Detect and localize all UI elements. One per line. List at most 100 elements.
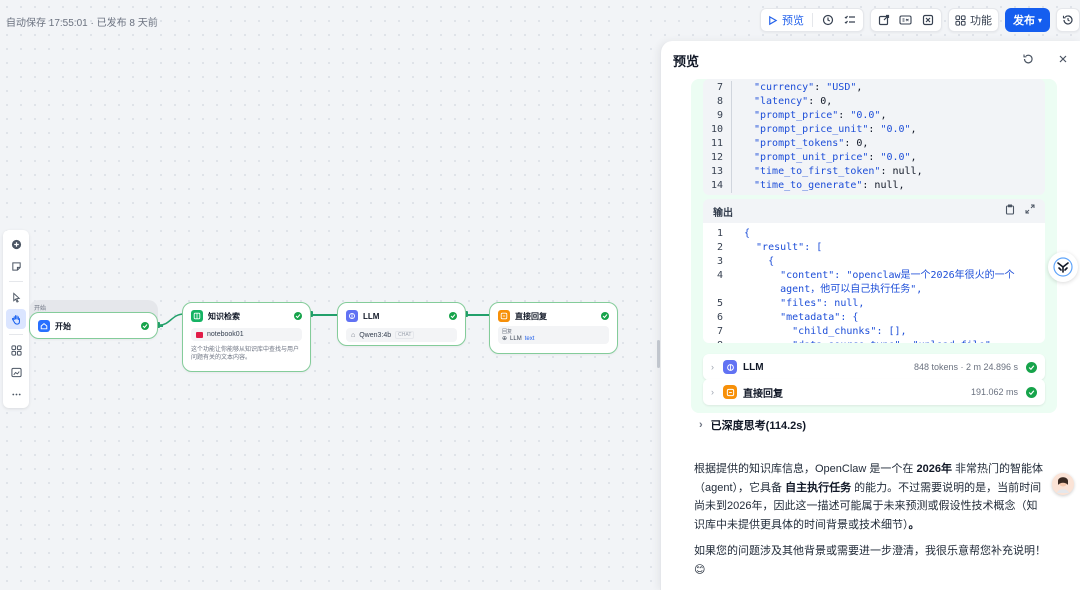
organize-icon[interactable] — [6, 340, 26, 360]
more-icon[interactable] — [6, 384, 26, 404]
chevron-right-icon: › — [711, 362, 714, 372]
line-number: 6 — [716, 312, 723, 323]
preview-button[interactable]: 预览 — [767, 9, 804, 31]
edge-curve — [160, 313, 184, 326]
code-text: { — [744, 228, 751, 239]
step-direct-reply[interactable]: › 直接回复 191.062 ms — [703, 379, 1045, 405]
code-text: "currency": "USD", — [744, 81, 862, 95]
top-toolbar: 预览 功能 发布 ▾ — [759, 8, 1080, 32]
thinking-toggle[interactable]: › 已深度思考(114.2s) — [699, 417, 806, 433]
json-colon: : — [808, 96, 821, 107]
step-name: LLM — [743, 361, 764, 373]
output-block: 输出 1{2 "result": [3 {4 "content": "openc… — [703, 199, 1045, 343]
edge-llm-to-reply — [466, 314, 490, 316]
llm-icon — [346, 310, 358, 322]
node-data-code-block: 7 "currency": "USD", 8 "latency": 0, 9 "promp… — [703, 79, 1045, 195]
features-button[interactable]: 功能 — [955, 9, 992, 31]
add-node-icon[interactable] — [6, 234, 26, 254]
json-value: null — [892, 166, 917, 177]
success-check-icon — [141, 322, 149, 330]
json-value: "USD" — [826, 82, 857, 93]
preview-label: 预览 — [781, 15, 804, 27]
indent-guide — [731, 241, 732, 255]
answer-text: 根据提供的知识库信息，OpenClaw 是一个在 — [694, 463, 917, 475]
code-text: "prompt_tokens": 0, — [744, 137, 868, 151]
answer-message: 根据提供的知识库信息，OpenClaw 是一个在 2026年 非常热门的智能体（… — [694, 460, 1046, 587]
indent-guide — [731, 297, 732, 311]
code-text: "time_to_first_token": null, — [744, 165, 923, 179]
line-number: 8 — [703, 339, 731, 343]
node-direct-reply[interactable]: 直接回复 回复 ⊕ LLM text — [489, 302, 618, 354]
history-group — [1056, 8, 1080, 32]
model-icon: ⌂ — [351, 331, 356, 339]
indent-guide — [731, 151, 732, 165]
grid-icon — [955, 14, 966, 26]
json-colon: : — [868, 152, 881, 163]
json-key: "latency" — [754, 96, 809, 107]
indent-guide — [731, 137, 732, 151]
json-comma: , — [898, 180, 905, 191]
node-start[interactable]: 开始 — [29, 312, 158, 339]
model-mode-tag: CHAT — [395, 331, 415, 339]
json-colon: : — [868, 124, 881, 135]
json-colon: : — [838, 110, 851, 121]
node-title: 开始 — [55, 321, 71, 331]
minimap-icon[interactable] — [6, 362, 26, 382]
history-icon[interactable] — [821, 13, 835, 27]
llm-icon — [723, 360, 737, 374]
thinking-label: 已深度思考(114.2s) — [710, 420, 807, 432]
output-line: agent，他可以自己执行任务", — [703, 283, 1045, 297]
divider — [811, 13, 813, 27]
json-comma: , — [856, 82, 863, 93]
line-number: 14 — [710, 180, 723, 191]
output-line: 5 "files": null, — [703, 297, 1045, 311]
panel-title: 预览 — [673, 53, 700, 69]
indent-guide — [731, 123, 732, 137]
restart-icon[interactable] — [1022, 53, 1034, 68]
variables-icon[interactable] — [921, 13, 935, 27]
line-number: 3 — [716, 256, 723, 267]
node-knowledge-retrieval[interactable]: 知识检索 notebook01 这个功能让你能够从知识库中查找与用户问题有关的文… — [182, 302, 311, 372]
model-chip: ⌂ Qwen3:4b CHAT — [346, 328, 457, 342]
code-text: "metadata": { — [744, 312, 859, 323]
pointer-icon[interactable] — [6, 287, 26, 307]
add-note-icon[interactable] — [6, 256, 26, 276]
node-description: 这个功能让你能够从知识库中查找与用户问题有关的文本内容。 — [191, 347, 300, 362]
node-llm[interactable]: LLM ⌂ Qwen3:4b CHAT — [337, 302, 466, 346]
version-history-icon[interactable] — [1061, 13, 1075, 27]
line-number — [703, 283, 731, 297]
code-lines: 7 "currency": "USD", 8 "latency": 0, 9 "promp… — [703, 81, 1045, 193]
json-colon: : — [844, 138, 857, 149]
chevron-down-icon: ▾ — [1037, 15, 1042, 25]
assistant-logo-icon[interactable] — [1048, 252, 1078, 282]
step-llm[interactable]: › LLM 848 tokens · 2 m 24.896 s — [703, 354, 1045, 380]
json-comma: , — [910, 152, 917, 163]
code-line: 14 "time_to_generate": null, — [703, 179, 1045, 193]
json-key: "prompt_tokens" — [754, 138, 845, 149]
env-icon[interactable] — [899, 13, 913, 27]
hand-icon[interactable] — [6, 309, 26, 329]
publish-button[interactable]: 发布 ▾ — [1004, 8, 1050, 32]
success-check-icon — [601, 312, 609, 320]
output-line: 1{ — [703, 227, 1045, 241]
panel-header: 预览 — [661, 41, 1080, 79]
line-number: 9 — [716, 110, 723, 121]
success-check-icon — [1026, 386, 1037, 398]
line-number: 2 — [716, 242, 723, 253]
json-key: "prompt_price_unit" — [754, 124, 869, 135]
export-icon[interactable] — [877, 13, 891, 27]
json-key: "time_to_first_token" — [754, 166, 881, 177]
answer-bold: 。 — [908, 518, 920, 531]
avatar[interactable] — [1052, 473, 1074, 495]
step-name: 直接回复 — [743, 388, 783, 400]
checklist-icon[interactable] — [843, 13, 857, 27]
answer-paragraph: 如果您的问题涉及其他背景或需要进一步澄清，我很乐意帮您补充说明！ 😊 — [694, 542, 1046, 579]
close-icon[interactable] — [1058, 53, 1068, 68]
indent-guide — [731, 325, 732, 339]
copy-icon[interactable] — [1005, 204, 1015, 218]
code-line: 13 "time_to_first_token": null, — [703, 165, 1045, 179]
expand-icon[interactable] — [1025, 204, 1035, 218]
output-label: 输出 — [713, 207, 733, 219]
line-number: 13 — [710, 166, 723, 177]
reply-icon — [723, 385, 737, 399]
